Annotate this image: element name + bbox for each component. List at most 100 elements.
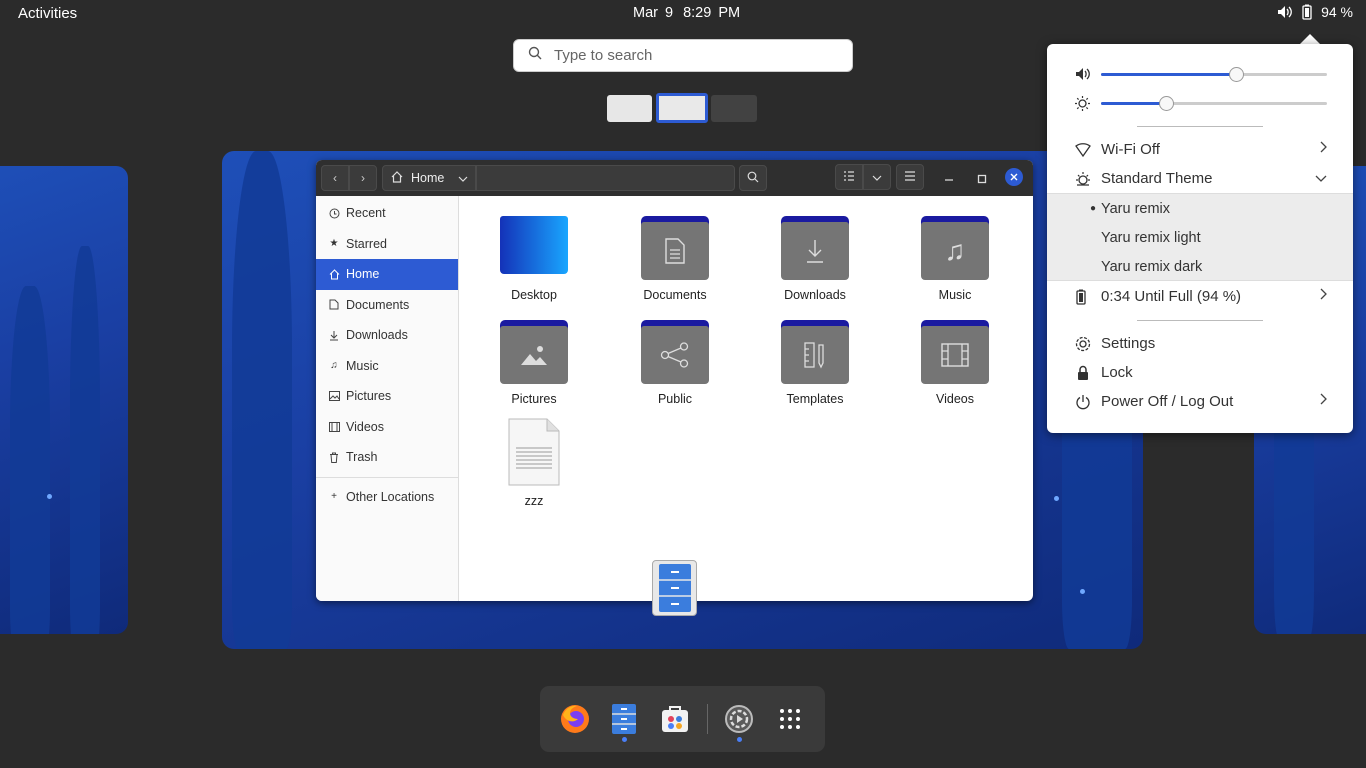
files-window[interactable]: ‹ › Home Recent ★ Starred Home Documents… (316, 160, 1033, 601)
settings-icon[interactable] (723, 703, 755, 735)
system-tray[interactable]: 94 % (1277, 4, 1353, 20)
battery-row[interactable]: 0:34 Until Full (94 %) (1047, 282, 1353, 311)
sidebar-item-other-locations[interactable]: + Other Locations (316, 482, 458, 513)
theme-option-yaru-remix-light[interactable]: Yaru remix light (1047, 223, 1353, 252)
star-icon: ★ (329, 238, 339, 250)
folder-desktop[interactable]: Desktop (479, 216, 589, 302)
sidebar-item-recent[interactable]: Recent (316, 198, 458, 229)
music-icon: ♫ (330, 360, 338, 372)
path-bar-home[interactable]: Home (382, 165, 476, 191)
brightness-fill (1101, 101, 1167, 105)
volume-knob[interactable] (1229, 66, 1245, 82)
chevron-right-icon (1319, 393, 1327, 408)
sidebar-item-downloads[interactable]: Downloads (316, 320, 458, 351)
system-menu: Wi-Fi Off Standard Theme ● Yaru remix Yar… (1047, 44, 1353, 433)
firefox-icon[interactable] (559, 703, 591, 735)
file-label: Downloads (784, 288, 846, 302)
folder-pictures[interactable]: Pictures (479, 320, 589, 406)
workspace-thumbnail-2[interactable] (656, 93, 708, 123)
running-indicator (737, 737, 742, 742)
document-icon (328, 299, 340, 311)
lock-label: Lock (1101, 364, 1133, 381)
sidebar-item-pictures[interactable]: Pictures (316, 381, 458, 412)
maximize-button[interactable] (977, 171, 987, 189)
sidebar-item-documents[interactable]: Documents (316, 290, 458, 321)
files-icon[interactable] (608, 703, 640, 735)
theme-option-label: Yaru remix (1101, 200, 1171, 217)
workspace-preview-left[interactable] (0, 166, 128, 634)
folder-videos[interactable]: Videos (900, 320, 1010, 406)
volume-fill (1101, 72, 1237, 76)
minimize-button[interactable] (944, 170, 954, 189)
sidebar-item-home[interactable]: Home (316, 259, 458, 290)
search-button[interactable] (739, 165, 767, 191)
view-options-button[interactable] (863, 164, 891, 190)
plus-icon: + (331, 491, 337, 503)
forward-button[interactable]: › (349, 165, 377, 191)
software-icon[interactable] (659, 703, 691, 735)
main-menu-button[interactable] (896, 164, 924, 190)
search-input[interactable] (554, 47, 834, 64)
theme-icon (1075, 171, 1091, 187)
back-button[interactable]: ‹ (321, 165, 349, 191)
lock-icon (1075, 365, 1091, 381)
folder-public[interactable]: Public (620, 320, 730, 406)
chevron-down-icon (1315, 170, 1327, 185)
text-file-icon (506, 418, 562, 486)
file-label: Videos (936, 392, 974, 406)
volume-icon (1075, 67, 1091, 86)
trash-icon (328, 451, 340, 463)
wifi-row[interactable]: Wi-Fi Off (1047, 135, 1353, 164)
folder-documents-icon (641, 216, 709, 280)
file-zzz[interactable]: zzz (479, 418, 589, 508)
app-grid-icon[interactable] (774, 703, 806, 735)
sidebar-item-trash[interactable]: Trash (316, 442, 458, 473)
time-label: 8:29 PM (683, 5, 741, 21)
path-label: Home (411, 171, 445, 185)
sidebar-item-videos[interactable]: Videos (316, 412, 458, 443)
brightness-knob[interactable] (1159, 95, 1175, 111)
sidebar-label: Videos (346, 419, 384, 434)
battery-icon (1075, 289, 1091, 305)
sidebar-item-music[interactable]: ♫ Music (316, 351, 458, 382)
volume-slider[interactable] (1075, 64, 1327, 84)
theme-option-yaru-remix[interactable]: ● Yaru remix (1047, 194, 1353, 223)
folder-downloads[interactable]: Downloads (760, 216, 870, 302)
chevron-right-icon (1319, 141, 1327, 156)
settings-row[interactable]: Settings (1047, 329, 1353, 358)
sidebar-label: Other Locations (346, 489, 435, 504)
activities-button[interactable]: Activities (18, 5, 77, 22)
sidebar-label: Trash (346, 450, 378, 465)
power-row[interactable]: Power Off / Log Out (1047, 387, 1353, 416)
chevron-right-icon (1319, 288, 1327, 303)
folder-templates[interactable]: Templates (760, 320, 870, 406)
theme-row[interactable]: Standard Theme (1047, 164, 1353, 193)
theme-option-yaru-remix-dark[interactable]: Yaru remix dark (1047, 252, 1353, 281)
list-view-button[interactable] (835, 164, 863, 190)
folder-downloads-icon (781, 216, 849, 280)
running-indicator (622, 737, 627, 742)
clock[interactable]: Mar 9 8:29 PM (633, 5, 750, 21)
theme-label: Standard Theme (1101, 170, 1213, 187)
folder-music[interactable]: ♫ Music (900, 216, 1010, 302)
path-bar-empty[interactable] (476, 165, 735, 191)
workspace-thumbnail-1[interactable] (607, 95, 652, 122)
search-bar[interactable] (513, 39, 853, 72)
sidebar-label: Recent (346, 206, 386, 221)
close-button[interactable] (1005, 168, 1023, 186)
sidebar-item-starred[interactable]: ★ Starred (316, 229, 458, 260)
dock (540, 686, 825, 752)
lock-row[interactable]: Lock (1047, 358, 1353, 387)
sidebar-divider (316, 476, 458, 478)
search-icon (528, 46, 542, 65)
workspace-thumbnail-3[interactable] (711, 95, 757, 122)
file-label: Documents (643, 288, 707, 302)
brightness-icon (1075, 96, 1090, 116)
menu-separator (1137, 320, 1263, 321)
wifi-label: Wi-Fi Off (1101, 141, 1160, 158)
theme-option-label: Yaru remix dark (1101, 258, 1203, 275)
folder-documents[interactable]: Documents (620, 216, 730, 302)
brightness-slider[interactable] (1075, 93, 1327, 113)
volume-icon (1277, 5, 1293, 19)
dragged-files-icon[interactable] (652, 560, 697, 616)
